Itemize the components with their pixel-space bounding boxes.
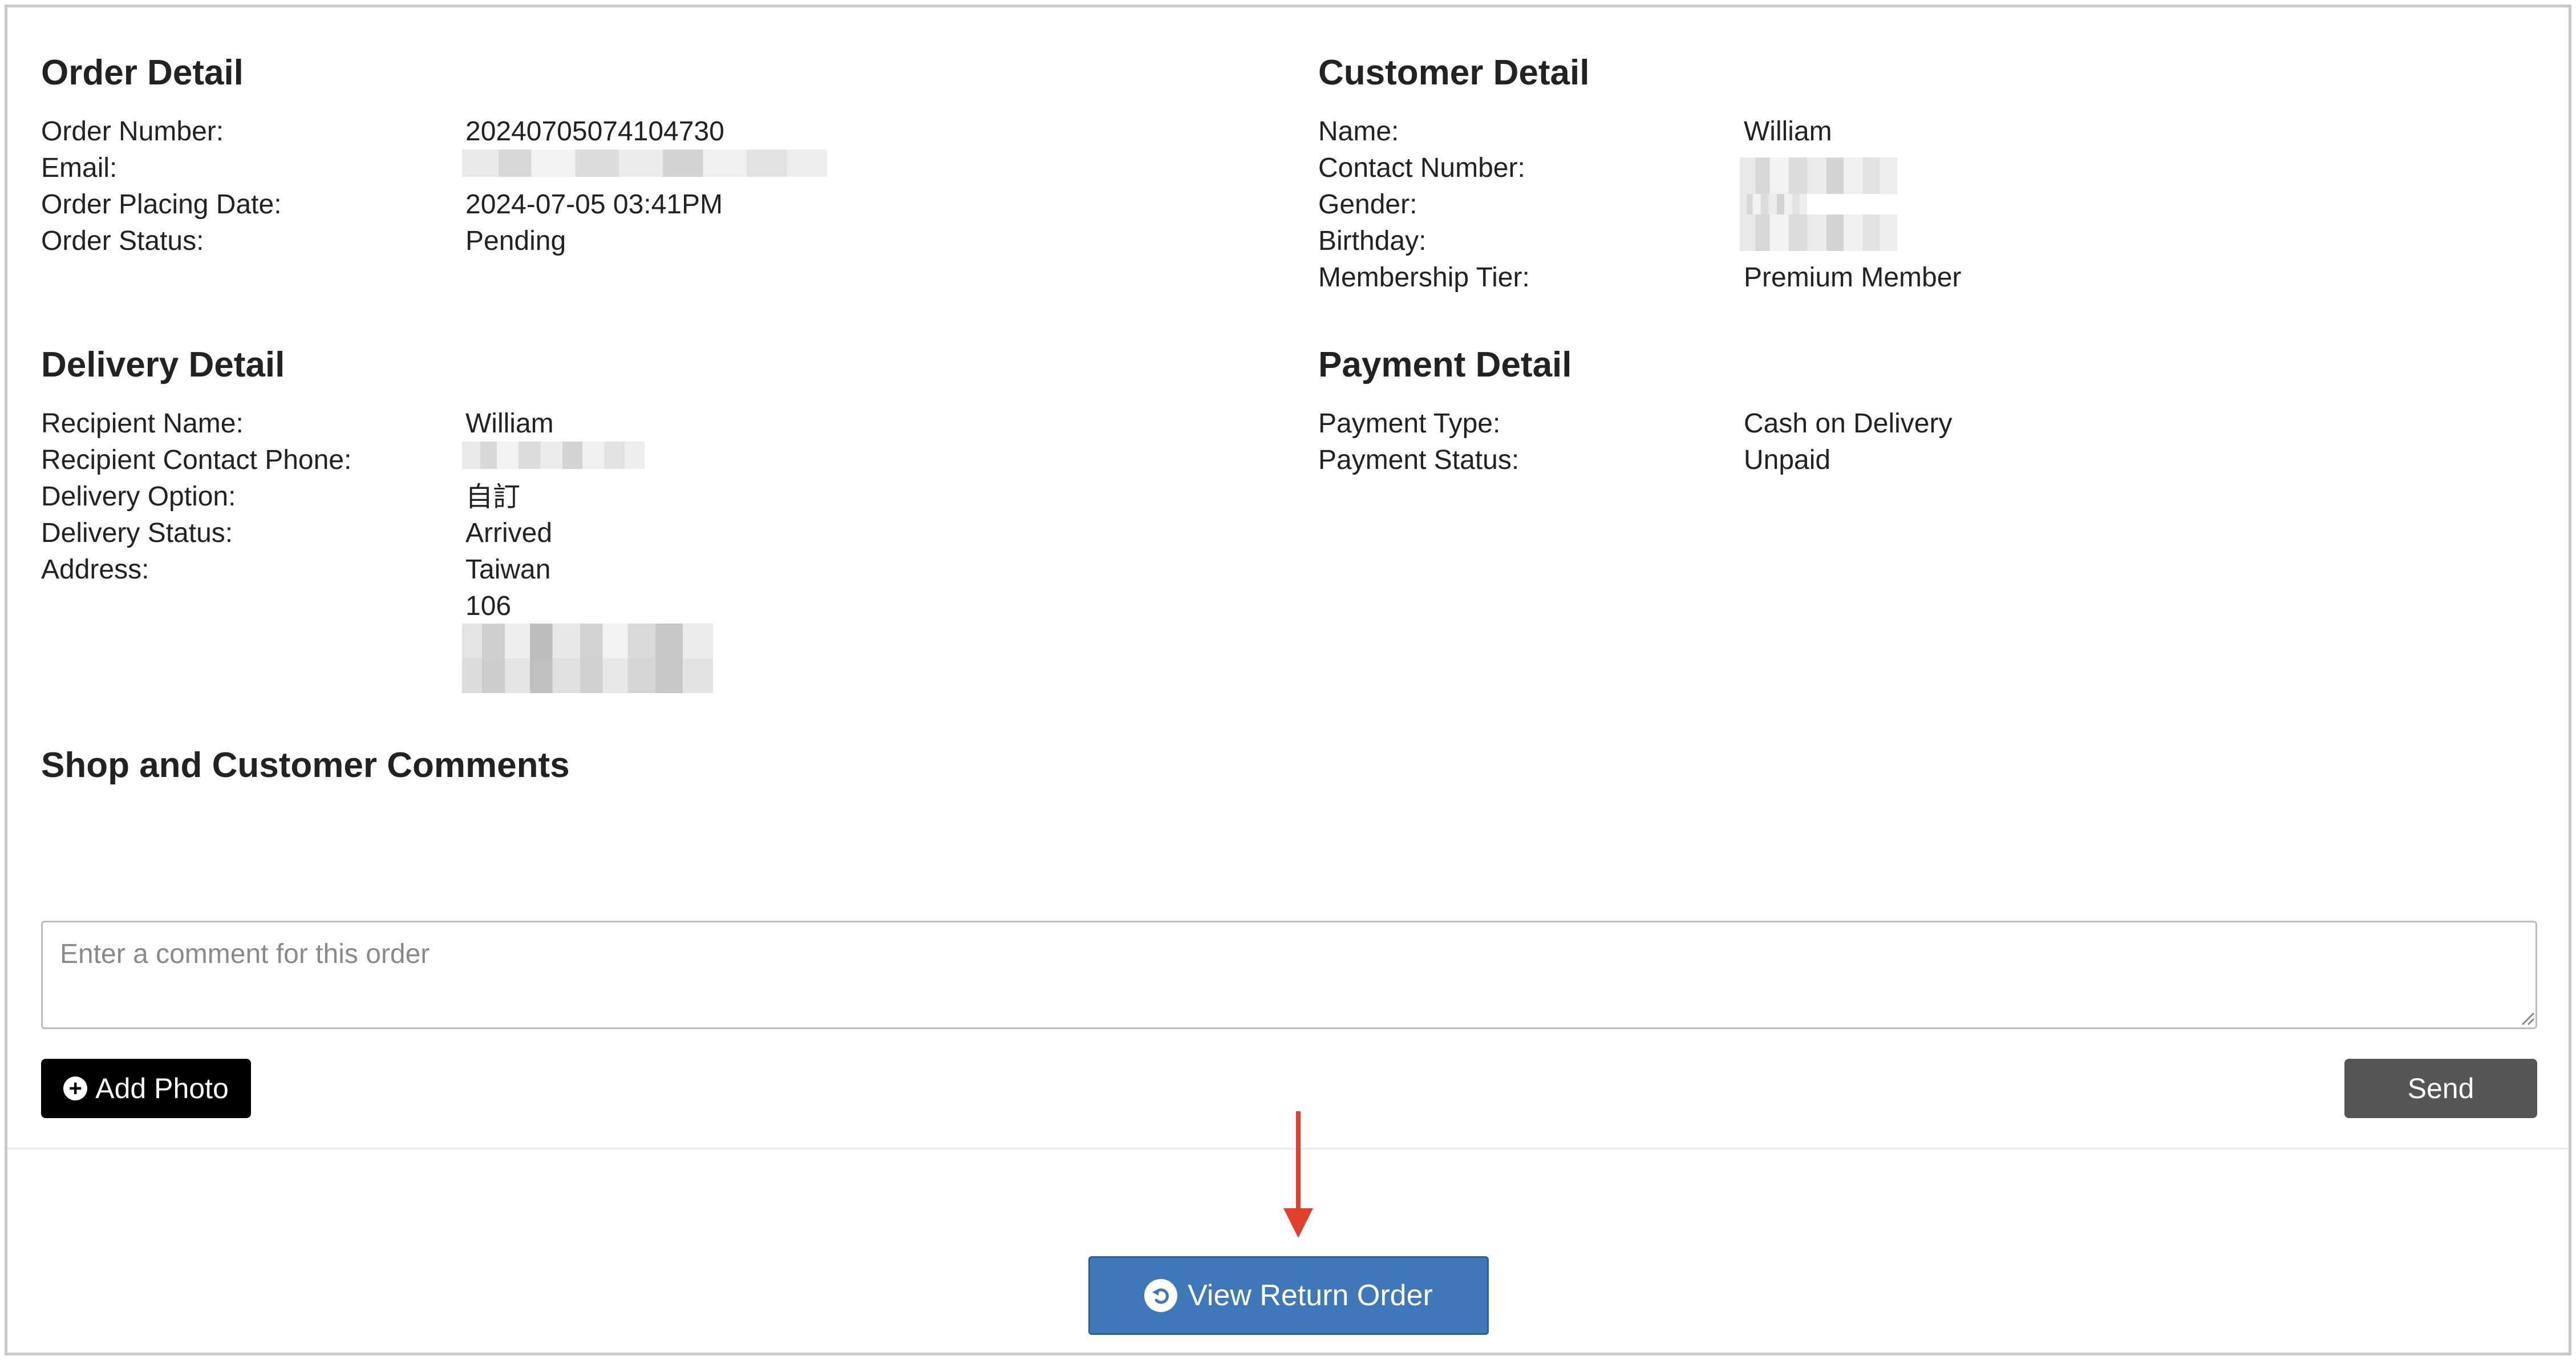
payment-status-row: Payment Status: Unpaid — [1318, 442, 2516, 479]
recipient-name-row: Recipient Name: William — [41, 406, 1239, 442]
delivery-status-value: Arrived — [465, 518, 553, 548]
contact-number-label: Contact Number: — [1318, 153, 1525, 183]
order-number-row: Order Number: 20240705074104730 — [41, 114, 1239, 150]
address-row: Address: Taiwan — [41, 552, 1239, 588]
order-date-value: 2024-07-05 03:41PM — [465, 189, 723, 220]
order-status-row: Order Status: Pending — [41, 223, 1239, 260]
view-return-order-label: View Return Order — [1188, 1279, 1433, 1312]
delivery-option-value: 自訂 — [465, 481, 521, 513]
contact-number-row: Contact Number: — [1318, 150, 2516, 187]
membership-tier-label: Membership Tier: — [1318, 262, 1530, 293]
recipient-name-value: William — [465, 408, 554, 439]
delivery-option-row: Delivery Option: 自訂 — [41, 479, 1239, 515]
birthday-label: Birthday: — [1318, 226, 1427, 256]
payment-status-label: Payment Status: — [1318, 445, 1520, 475]
payment-status-value: Unpaid — [1744, 445, 1831, 475]
arrow-down-icon — [1296, 1111, 1301, 1212]
recipient-phone-redacted — [462, 442, 645, 469]
payment-type-label: Payment Type: — [1318, 408, 1501, 439]
payment-type-row: Payment Type: Cash on Delivery — [1318, 406, 2516, 442]
add-photo-label: Add Photo — [95, 1072, 229, 1104]
address-street-redacted — [462, 624, 713, 693]
delivery-status-label: Delivery Status: — [41, 518, 233, 548]
footer-divider — [7, 1148, 2569, 1149]
address-label: Address: — [41, 554, 149, 585]
order-detail-title: Order Detail — [41, 53, 244, 92]
gender-label: Gender: — [1318, 189, 1417, 220]
email-redacted — [462, 149, 827, 177]
address-country-value: Taiwan — [465, 554, 551, 585]
birthday-row: Birthday: — [1318, 223, 2516, 260]
comments-title: Shop and Customer Comments — [41, 746, 570, 785]
gender-redacted — [1740, 194, 1807, 214]
customer-name-value: William — [1744, 116, 1832, 147]
birthday-redacted — [1740, 214, 1897, 251]
send-button[interactable]: Send — [2344, 1059, 2537, 1118]
order-number-value: 20240705074104730 — [465, 116, 724, 147]
payment-type-value: Cash on Delivery — [1744, 408, 1953, 439]
address-postal-row: 106 — [465, 588, 694, 625]
membership-tier-value: Premium Member — [1744, 262, 1962, 293]
order-date-row: Order Placing Date: 2024-07-05 03:41PM — [41, 187, 1239, 223]
gender-row: Gender: — [1318, 187, 2516, 223]
order-status-value: Pending — [465, 226, 566, 256]
undo-circle-icon — [1144, 1279, 1178, 1312]
payment-detail-title: Payment Detail — [1318, 345, 1572, 384]
delivery-detail-title: Delivery Detail — [41, 345, 285, 384]
plus-circle-icon: + — [63, 1076, 88, 1100]
customer-name-row: Name: William — [1318, 114, 2516, 150]
recipient-name-label: Recipient Name: — [41, 408, 244, 439]
arrow-head-icon — [1283, 1208, 1313, 1238]
comment-input[interactable] — [41, 921, 2537, 1029]
customer-name-label: Name: — [1318, 116, 1399, 147]
delivery-option-label: Delivery Option: — [41, 481, 236, 512]
address-postal-value: 106 — [465, 591, 512, 621]
customer-detail-title: Customer Detail — [1318, 53, 1590, 92]
resize-grip-icon[interactable] — [2519, 1010, 2535, 1026]
view-return-order-button[interactable]: View Return Order — [1088, 1256, 1489, 1335]
order-number-label: Order Number: — [41, 116, 224, 147]
recipient-phone-label: Recipient Contact Phone: — [41, 445, 352, 475]
membership-tier-row: Membership Tier: Premium Member — [1318, 260, 2516, 296]
email-label: Email: — [41, 153, 118, 183]
contact-number-redacted — [1740, 157, 1897, 194]
order-status-label: Order Status: — [41, 226, 204, 256]
add-photo-button[interactable]: + Add Photo — [41, 1059, 251, 1118]
delivery-status-row: Delivery Status: Arrived — [41, 515, 1239, 552]
order-date-label: Order Placing Date: — [41, 189, 282, 220]
